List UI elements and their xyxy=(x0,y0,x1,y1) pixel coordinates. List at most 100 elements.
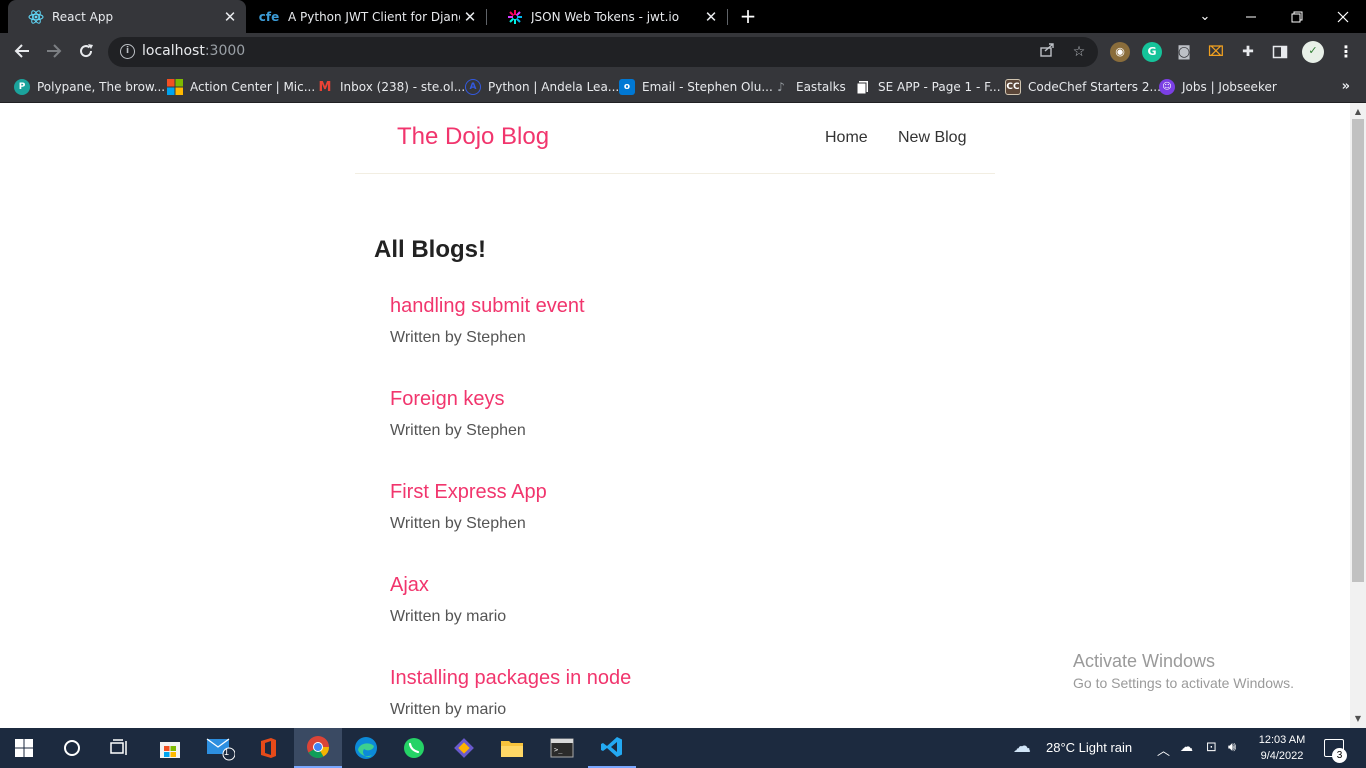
bookmark-email-outlook[interactable]: o Email - Stephen Olu... xyxy=(619,77,773,97)
blog-title[interactable]: handling submit event xyxy=(390,295,950,318)
watermark-title: Activate Windows xyxy=(1073,651,1216,671)
mail-icon[interactable]: 1 xyxy=(196,728,244,768)
react-icon xyxy=(28,9,44,25)
scroll-down-arrow-icon[interactable]: ▼ xyxy=(1350,712,1366,726)
nav-link-home[interactable]: Home xyxy=(825,129,868,147)
taskbar-clock[interactable]: 12:03 AM 9/4/2022 xyxy=(1252,732,1312,764)
back-button[interactable] xyxy=(8,37,36,65)
close-window-button[interactable] xyxy=(1320,0,1366,33)
side-panel-icon[interactable] xyxy=(1270,42,1290,62)
camera-icon[interactable]: ◙ xyxy=(1174,42,1194,62)
edge-icon[interactable] xyxy=(342,728,390,768)
blog-author: Written by mario xyxy=(390,608,507,625)
chrome-taskbar-icon[interactable] xyxy=(294,728,342,768)
outlook-icon: o xyxy=(619,79,635,95)
codechef-icon: CC xyxy=(1005,79,1021,95)
windows-taskbar: 1 >_ ☁ 28°C Light rain ︿ ☁ ⊡ 🔊︎ 12:03 AM… xyxy=(0,728,1366,768)
weather-text[interactable]: 28°C Light rain xyxy=(1046,740,1132,755)
blog-title[interactable]: Ajax xyxy=(390,574,950,597)
blog-preview[interactable]: Installing packages in node Written by m… xyxy=(390,667,950,719)
tab-jwt-io[interactable]: JSON Web Tokens - jwt.io ✕ xyxy=(487,0,727,33)
tab-react-app[interactable]: React App ✕ xyxy=(8,0,246,33)
address-bar[interactable]: i localhost:3000 ☆ xyxy=(108,37,1098,67)
tab-title: JSON Web Tokens - jwt.io xyxy=(531,9,680,24)
bookmark-label: Email - Stephen Olu... xyxy=(642,80,773,94)
search-circle-icon[interactable] xyxy=(48,728,96,768)
bookmark-python-andela[interactable]: A Python | Andela Lea... xyxy=(465,77,619,97)
microsoft-icon xyxy=(167,79,183,95)
blog-title[interactable]: First Express App xyxy=(390,481,950,504)
bookmark-polypane[interactable]: P Polypane, The brow... xyxy=(14,77,165,97)
restore-button[interactable] xyxy=(1274,0,1320,33)
blog-title[interactable]: Foreign keys xyxy=(390,388,950,411)
weather-cloud-icon[interactable]: ☁ xyxy=(1013,736,1031,757)
menu-kebab-icon[interactable]: ⋮ xyxy=(1336,42,1356,62)
tab-search-chevron-icon[interactable]: ⌄ xyxy=(1182,0,1228,33)
bookmark-se-app[interactable]: SE APP - Page 1 - F... xyxy=(855,77,1001,97)
blog-title[interactable]: Installing packages in node xyxy=(390,667,950,690)
bookmark-eastalks[interactable]: ♪ Eastalks xyxy=(773,77,846,97)
screenshot-extension-icon[interactable]: ⌧ xyxy=(1206,42,1226,62)
blog-preview[interactable]: Foreign keys Written by Stephen xyxy=(390,388,950,440)
site-info-icon[interactable]: i xyxy=(120,44,135,59)
bookmark-codechef[interactable]: CC CodeChef Starters 2... xyxy=(1005,77,1161,97)
bookmark-star-icon[interactable]: ☆ xyxy=(1069,42,1089,62)
url-host: localhost xyxy=(142,43,205,59)
nav-link-new-blog[interactable]: New Blog xyxy=(898,129,966,147)
url-text[interactable]: localhost:3000 xyxy=(142,43,245,59)
forward-button[interactable] xyxy=(40,37,68,65)
microsoft-store-icon[interactable] xyxy=(146,728,194,768)
jwt-icon xyxy=(507,9,523,25)
meet-now-icon[interactable]: ⊡ xyxy=(1206,740,1217,755)
share-icon[interactable] xyxy=(1037,42,1057,62)
terminal-icon[interactable]: >_ xyxy=(538,728,586,768)
cfe-icon: cfe xyxy=(258,9,280,24)
site-brand: The Dojo Blog xyxy=(397,123,550,150)
grammarly-icon[interactable]: G xyxy=(1142,42,1162,62)
blog-preview[interactable]: handling submit event Written by Stephen xyxy=(390,295,950,347)
bookmark-label: Polypane, The brow... xyxy=(37,80,166,94)
scrollbar-thumb[interactable] xyxy=(1352,119,1364,582)
minimize-button[interactable] xyxy=(1228,0,1274,33)
file-explorer-icon[interactable] xyxy=(488,728,536,768)
scroll-up-arrow-icon[interactable]: ▲ xyxy=(1350,105,1366,119)
bookmark-action-center[interactable]: Action Center | Mic... xyxy=(167,77,315,97)
profile-avatar[interactable]: ✓ xyxy=(1302,41,1324,63)
start-button[interactable] xyxy=(0,728,48,768)
more-bookmarks-chevron-icon[interactable]: » xyxy=(1342,79,1350,94)
site-navbar: The Dojo Blog Home New Blog xyxy=(355,103,995,174)
office-icon[interactable] xyxy=(244,728,292,768)
bookmark-label: Eastalks xyxy=(796,80,846,94)
bookmark-jobseeker[interactable]: ☺ Jobs | Jobseeker xyxy=(1159,77,1277,97)
extension-face-icon[interactable]: ◉ xyxy=(1110,42,1130,62)
watermark-subtitle: Go to Settings to activate Windows. xyxy=(1073,675,1294,691)
reload-button[interactable] xyxy=(72,37,100,65)
close-tab-icon[interactable]: ✕ xyxy=(220,8,240,26)
extensions-puzzle-icon[interactable]: ✚ xyxy=(1238,42,1258,62)
onedrive-cloud-icon[interactable]: ☁ xyxy=(1180,740,1193,755)
bookmark-label: CodeChef Starters 2... xyxy=(1028,80,1161,94)
git-tool-icon[interactable] xyxy=(440,728,488,768)
page-scrollbar[interactable]: ▲ ▼ xyxy=(1350,103,1366,728)
page-viewport: The Dojo Blog Home New Blog All Blogs! h… xyxy=(0,103,1350,728)
tab-title: A Python JWT Client for Django R xyxy=(288,9,460,24)
tab-python-jwt-client[interactable]: cfe A Python JWT Client for Django R ✕ xyxy=(246,0,486,33)
task-view-icon[interactable] xyxy=(96,728,144,768)
close-tab-icon[interactable]: ✕ xyxy=(460,8,480,26)
polypane-icon: P xyxy=(14,79,30,95)
whatsapp-icon[interactable] xyxy=(390,728,438,768)
blog-preview[interactable]: First Express App Written by Stephen xyxy=(390,481,950,533)
clock-time: 12:03 AM xyxy=(1258,734,1306,746)
vscode-icon[interactable] xyxy=(588,728,636,768)
blog-author: Written by Stephen xyxy=(390,329,526,346)
url-port: :3000 xyxy=(204,43,246,59)
blog-author: Written by mario xyxy=(390,701,507,718)
mail-badge: 1 xyxy=(224,747,230,757)
close-tab-icon[interactable]: ✕ xyxy=(701,8,721,26)
microphone-icon: ♪ xyxy=(777,80,785,94)
show-hidden-icons-chevron-icon[interactable]: ︿ xyxy=(1157,740,1170,759)
bookmark-inbox[interactable]: M Inbox (238) - ste.ol... xyxy=(317,77,466,97)
blog-preview[interactable]: Ajax Written by mario xyxy=(390,574,950,626)
new-tab-button[interactable]: + xyxy=(736,4,760,28)
volume-icon[interactable]: 🔊︎ xyxy=(1228,740,1236,755)
